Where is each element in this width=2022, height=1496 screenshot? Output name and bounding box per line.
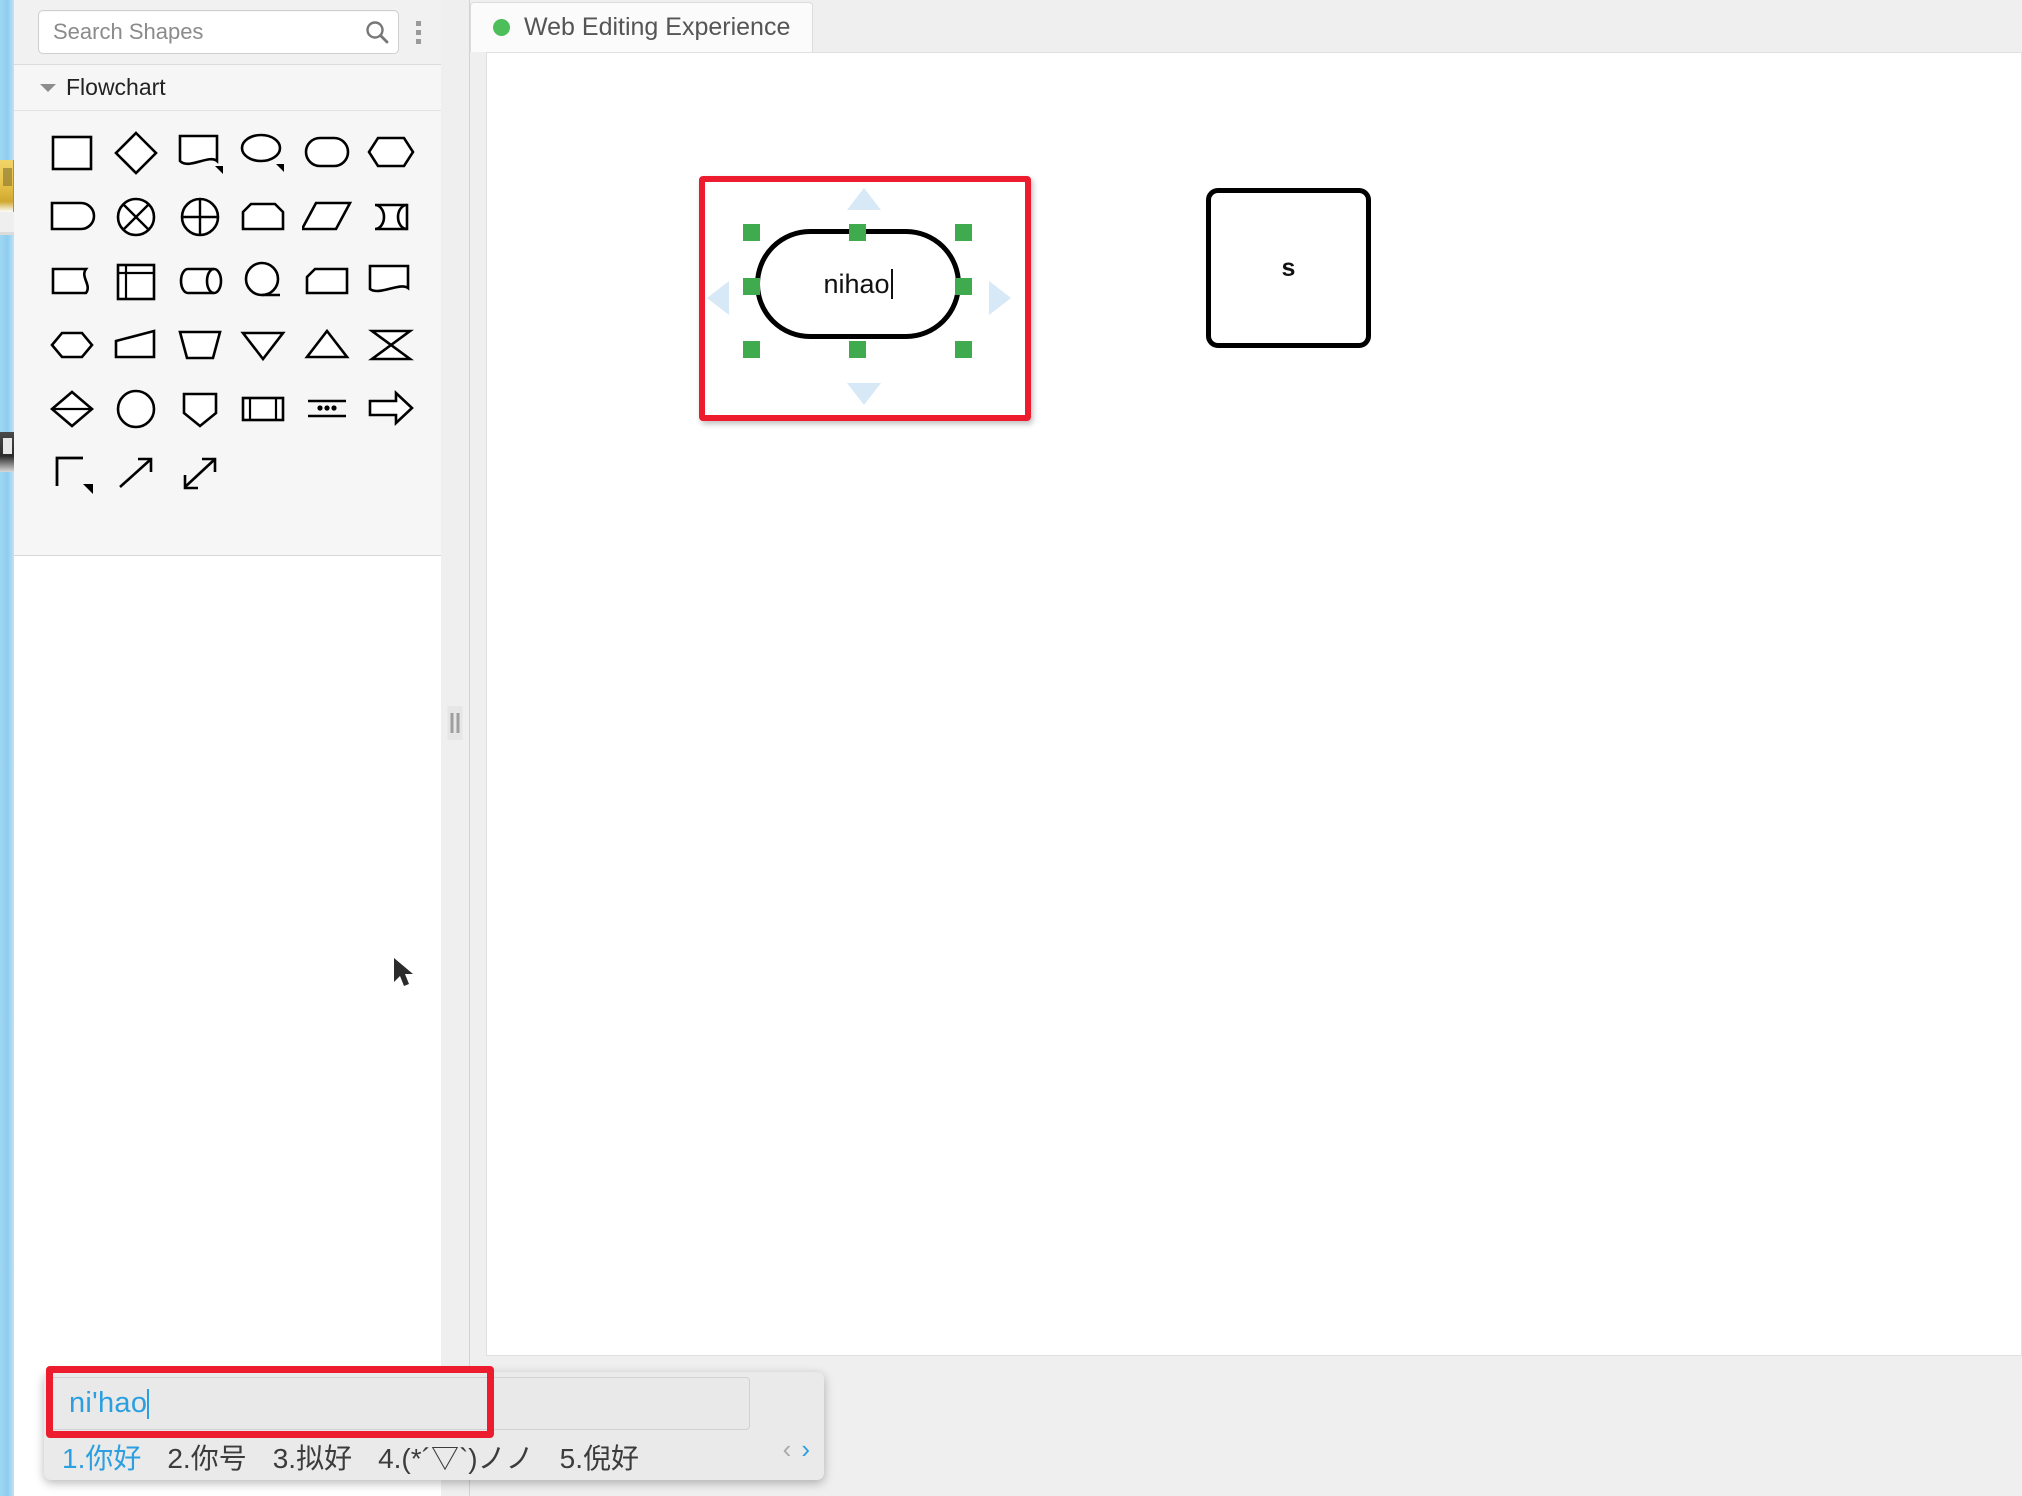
shape-item-multi-document[interactable] [360,250,422,312]
ime-candidate-1[interactable]: 1.你好 [62,1437,141,1477]
shape-item-bracket-connector[interactable] [41,442,103,504]
ime-composition-field[interactable]: ni'hao [50,1377,750,1430]
shape-item-card[interactable] [296,250,358,312]
ime-candidate-2[interactable]: 2.你号 [167,1437,246,1477]
grip-bar [456,713,460,733]
shape-item-predefined-process[interactable] [232,378,294,440]
shape-grid [14,111,441,556]
shape-item-double-arrow[interactable] [169,442,231,504]
direction-arrow-down-icon[interactable] [847,383,881,405]
resize-handle-sw[interactable] [743,341,760,358]
panel-splitter[interactable] [441,0,470,1496]
panel-empty-area [14,556,441,1496]
ime-candidate-4[interactable]: 4.(*´▽`)ノノ [378,1437,534,1477]
shape-item-terminator-stadium[interactable] [296,122,358,184]
ime-pagination: ‹ › [783,1436,810,1462]
shape-grid-empty [296,442,358,504]
ime-candidate-5[interactable]: 5.倪好 [560,1437,639,1477]
desktop-app-icon[interactable] [0,432,14,472]
desktop-folder-icon[interactable] [0,160,14,212]
search-icon[interactable] [364,19,390,45]
mouse-cursor-icon [394,958,413,986]
shape-item-sort[interactable] [360,314,422,376]
shape-item-summing-junction[interactable] [105,186,167,248]
panel-options-icon[interactable] [405,10,431,54]
selection-group[interactable]: nihao [699,176,1031,421]
shape-item-manual-input[interactable] [169,314,231,376]
shape-item-arrow-block-right[interactable] [360,378,422,440]
ime-composition-text: ni'hao [69,1387,148,1419]
shape-item-collate[interactable] [41,314,103,376]
shape-item-sequential-access[interactable] [232,250,294,312]
shape-item-loop-limit[interactable] [232,186,294,248]
section-title: Flowchart [66,74,166,100]
shape-item-line-arrow[interactable] [105,442,167,504]
tab-strip: Web Editing Experience [470,0,2022,52]
kebab-dot [415,20,421,26]
resize-handle-e[interactable] [955,278,972,295]
shape-item-internal-storage[interactable] [105,250,167,312]
shapes-panel: Flowchart [14,0,441,1496]
editor-area: Web Editing Experience nihao s [470,0,2022,1496]
shape-item-hexagon-flat[interactable] [360,122,422,184]
resize-handle-ne[interactable] [955,224,972,241]
shape-item-connector-circle[interactable] [105,378,167,440]
status-dot-icon [493,19,510,36]
shape-grid-empty [360,442,422,504]
shape-item-delay[interactable] [41,186,103,248]
direction-arrow-right-icon[interactable] [989,281,1011,315]
shape-item-data-parallelogram[interactable] [296,186,358,248]
shape-item-document[interactable] [169,122,231,184]
flowchart-section-header[interactable]: Flowchart [14,65,441,111]
grip-bar [450,713,454,733]
square-text-label: s [1281,253,1296,282]
ime-prev-page-icon[interactable]: ‹ [783,1436,792,1462]
shape-item-decision-diamond[interactable] [105,122,167,184]
shape-item-magnetic-drum[interactable] [169,250,231,312]
shape-item-annotation-dots[interactable] [296,378,358,440]
resize-handle-s[interactable] [849,341,866,358]
rounded-square-shape[interactable]: s [1206,188,1371,348]
ime-caret [147,1388,150,1419]
search-toolbar [14,0,441,65]
shape-item-process-rectangle[interactable] [41,122,103,184]
shape-item-preparation-rhombus[interactable] [41,378,103,440]
drag-handle-icon[interactable] [447,706,463,740]
tab-web-editing-experience[interactable]: Web Editing Experience [470,2,814,52]
shape-item-merge[interactable] [232,314,294,376]
text-edit-caret [890,269,893,299]
shape-grid-empty [232,442,294,504]
kebab-dot [415,29,421,35]
shape-item-or-junction[interactable] [169,186,231,248]
shape-item-extract[interactable] [296,314,358,376]
shape-item-manual-operation[interactable] [105,314,167,376]
search-input[interactable] [53,19,364,45]
direction-arrow-left-icon[interactable] [707,281,729,315]
resize-handle-se[interactable] [955,341,972,358]
direction-arrow-up-icon[interactable] [847,188,881,210]
resize-handle-w[interactable] [743,278,760,295]
shape-item-direct-access-storage[interactable] [41,250,103,312]
shape-item-ellipse[interactable] [232,122,294,184]
desktop-edge-strip [0,0,14,1496]
app-root: Flowchart [0,0,2022,1496]
diagram-canvas[interactable]: nihao s [486,52,2022,1356]
chinese-ime-popup[interactable]: ni'hao 1.你好 2.你号 3.拟好 4.(*´▽`)ノノ 5.倪好 ‹ … [44,1366,824,1480]
ime-next-page-icon[interactable]: › [801,1436,810,1462]
search-box[interactable] [38,10,399,54]
ime-candidate-3[interactable]: 3.拟好 [273,1437,352,1477]
desktop-edge-notch [0,212,14,232]
kebab-dot [415,38,421,44]
chevron-down-icon[interactable] [40,83,56,92]
shape-item-off-page-connector[interactable] [169,378,231,440]
ime-candidate-list: 1.你好 2.你号 3.拟好 4.(*´▽`)ノノ 5.倪好 [44,1434,824,1480]
tab-label: Web Editing Experience [524,13,791,41]
resize-handle-n[interactable] [849,224,866,241]
selected-rounded-rectangle[interactable]: nihao [755,229,961,339]
shape-text-label[interactable]: nihao [823,270,889,298]
shape-item-stored-data[interactable] [360,186,422,248]
desktop-edge-divider [0,232,14,235]
resize-handle-nw[interactable] [743,224,760,241]
